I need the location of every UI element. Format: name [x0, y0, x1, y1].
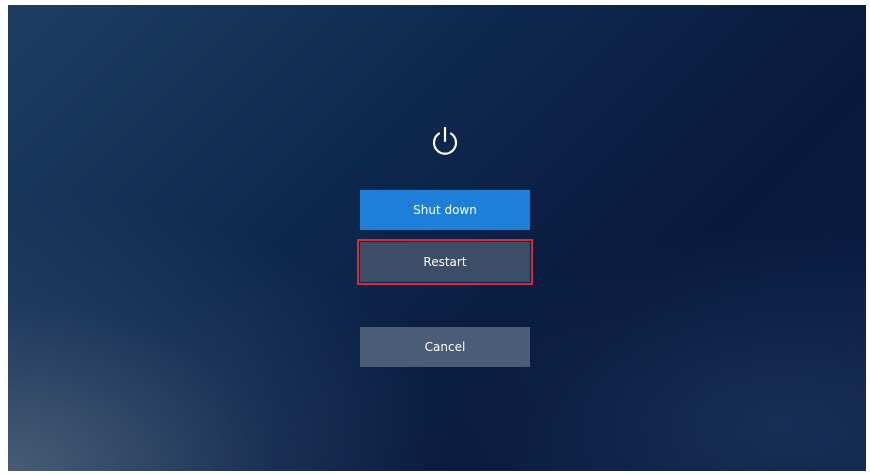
power-options-screen: Shut down Restart Cancel: [8, 5, 866, 471]
power-icon: [428, 125, 462, 159]
cancel-button[interactable]: Cancel: [360, 327, 530, 367]
shut-down-button[interactable]: Shut down: [360, 190, 530, 230]
restart-button[interactable]: Restart: [360, 242, 530, 282]
